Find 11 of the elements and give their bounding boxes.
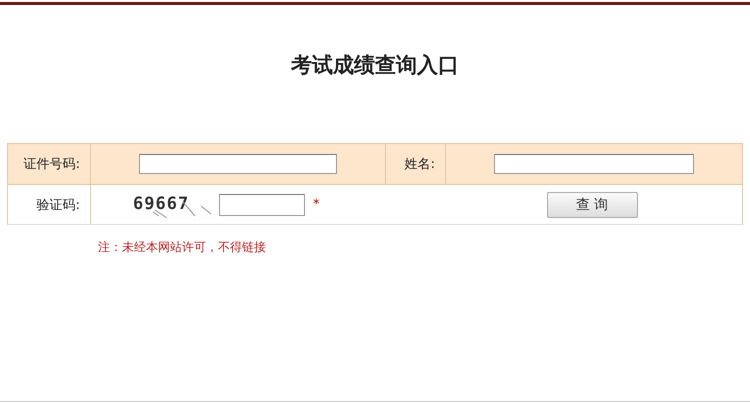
note-text: 注：未经本网站许可，不得链接: [98, 239, 267, 256]
input-field[interactable]: [139, 154, 337, 174]
page-title: 考试成绩查询入口: [290, 52, 460, 79]
required-mark: *: [313, 197, 320, 212]
field-label: 验证码:: [36, 196, 80, 214]
captcha-field[interactable]: [219, 194, 305, 216]
field-label: 证件号码:: [24, 156, 80, 173]
query-button[interactable]: 查 询: [546, 192, 638, 218]
captcha-image: 69667: [133, 192, 213, 218]
input-field[interactable]: [494, 154, 694, 174]
field-label: 姓名:: [404, 156, 435, 173]
